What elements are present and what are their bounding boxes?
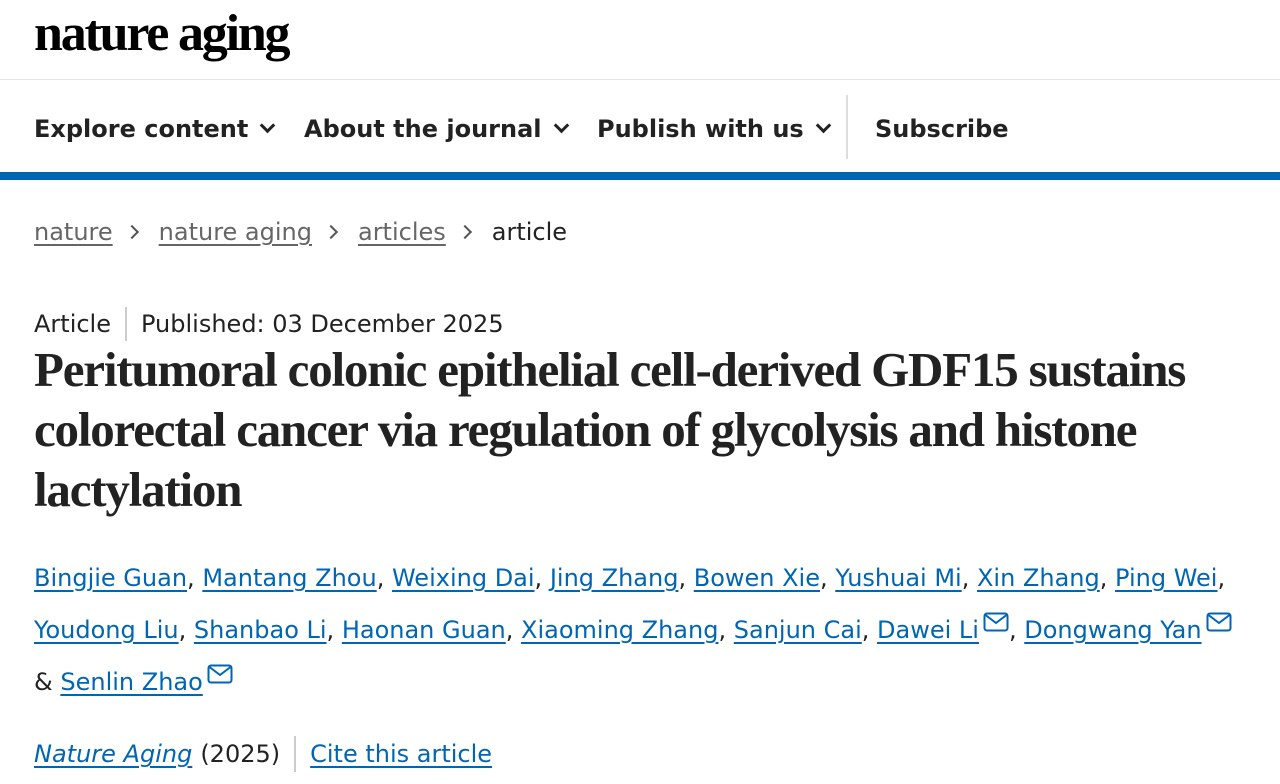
author-link[interactable]: Dongwang Yan	[1024, 616, 1201, 644]
article-type: Article	[34, 310, 111, 338]
author-link[interactable]: Senlin Zhao	[60, 668, 202, 696]
chevron-down-icon	[553, 117, 569, 134]
author-link[interactable]: Youdong Liu	[34, 616, 179, 644]
journal-logo[interactable]: nature aging	[34, 6, 291, 62]
author-separator: ,	[961, 564, 970, 592]
breadcrumb-nature-aging[interactable]: nature aging	[159, 218, 312, 246]
chevron-down-icon	[260, 117, 276, 134]
breadcrumb-nature[interactable]: nature	[34, 218, 113, 246]
author-link[interactable]: Bingjie Guan	[34, 564, 187, 592]
author-list: Bingjie Guan, Mantang Zhou, Weixing Dai,…	[34, 552, 1254, 708]
nav-publish-with-us[interactable]: Publish with us	[597, 111, 831, 147]
author-link[interactable]: Xiaoming Zhang	[521, 616, 718, 644]
nav-divider	[846, 95, 848, 159]
mail-icon[interactable]	[983, 612, 1009, 632]
cite-divider	[294, 736, 297, 772]
published-date: Published: 03 December 2025	[141, 310, 504, 338]
author-link[interactable]: Xin Zhang	[977, 564, 1100, 592]
author-link[interactable]: Ping Wei	[1115, 564, 1217, 592]
author-separator: ,	[376, 564, 385, 592]
author-separator: ,	[718, 616, 727, 644]
author-separator: ,	[1008, 616, 1017, 644]
author-separator: ,	[534, 564, 543, 592]
meta-divider	[125, 307, 127, 341]
chevron-right-icon	[323, 224, 339, 240]
cite-this-article-link[interactable]: Cite this article	[310, 740, 492, 768]
author-link[interactable]: Jing Zhang	[550, 564, 679, 592]
nav-about-journal[interactable]: About the journal	[304, 111, 569, 147]
author-link[interactable]: Mantang Zhou	[202, 564, 376, 592]
author-separator: ,	[1217, 564, 1226, 592]
masthead: nature aging	[0, 0, 1280, 80]
mail-icon[interactable]	[207, 664, 233, 684]
journal-link[interactable]: Nature Aging	[34, 740, 192, 768]
nav-accent-rule	[0, 172, 1280, 180]
author-link[interactable]: Haonan Guan	[342, 616, 506, 644]
author-separator: ,	[187, 564, 195, 592]
nav-explore-content-label: Explore content	[34, 115, 249, 143]
author-separator: ,	[178, 616, 187, 644]
author-separator: ,	[678, 564, 687, 592]
publication-year: (2025)	[200, 740, 281, 768]
breadcrumb: nature nature aging articles article	[34, 214, 567, 250]
breadcrumb-current: article	[491, 218, 568, 246]
author-separator: ,	[326, 616, 335, 644]
article-meta: Article Published: 03 December 2025	[34, 306, 504, 342]
nav-about-journal-label: About the journal	[304, 115, 542, 143]
citation-row: Nature Aging (2025) Cite this article	[34, 734, 492, 774]
breadcrumb-articles[interactable]: articles	[358, 218, 446, 246]
author-link[interactable]: Sanjun Cai	[734, 616, 862, 644]
author-link[interactable]: Shanbao Li	[194, 616, 327, 644]
nav-subscribe-label: Subscribe	[875, 115, 1009, 143]
main-nav: Explore content About the journal Publis…	[0, 81, 1280, 173]
mail-icon[interactable]	[1206, 612, 1232, 632]
chevron-down-icon	[815, 117, 831, 134]
author-link[interactable]: Bowen Xie	[694, 564, 820, 592]
article-title: Peritumoral colonic epithelial cell-deri…	[34, 342, 1186, 517]
author-conjunction: &	[34, 668, 53, 696]
author-separator: ,	[820, 564, 828, 592]
author-link[interactable]: Yushuai Mi	[835, 564, 961, 592]
nav-subscribe[interactable]: Subscribe	[875, 111, 1009, 147]
chevron-right-icon	[124, 224, 139, 240]
author-separator: ,	[505, 616, 514, 644]
nav-publish-with-us-label: Publish with us	[597, 115, 804, 143]
author-link[interactable]: Dawei Li	[877, 616, 979, 644]
author-link[interactable]: Weixing Dai	[392, 564, 535, 592]
author-separator: ,	[861, 616, 870, 644]
chevron-right-icon	[457, 224, 472, 240]
author-separator: ,	[1099, 564, 1108, 592]
nav-explore-content[interactable]: Explore content	[34, 111, 276, 147]
